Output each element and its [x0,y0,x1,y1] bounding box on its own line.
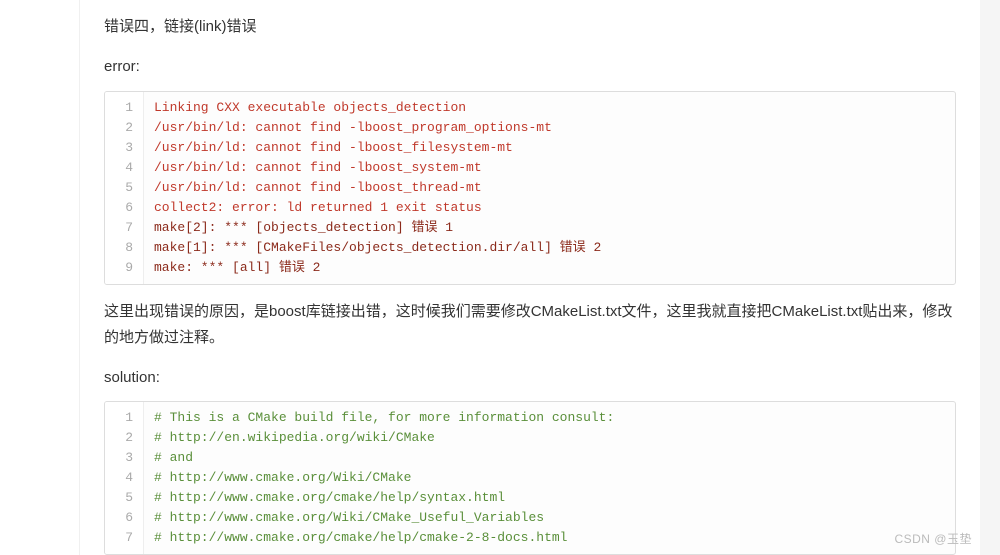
line-number: 1 [105,408,143,428]
code-line: collect2: error: ld returned 1 exit stat… [154,198,945,218]
code-linenumbers: 1234567 [105,402,144,554]
code-line: # http://www.cmake.org/cmake/help/syntax… [154,488,945,508]
line-number: 6 [105,508,143,528]
code-line: make: *** [all] 错误 2 [154,258,945,278]
error-title: 错误四，链接(link)错误 [104,14,956,40]
code-line: /usr/bin/ld: cannot find -lboost_system-… [154,158,945,178]
code-line: # http://en.wikipedia.org/wiki/CMake [154,428,945,448]
code-line: /usr/bin/ld: cannot find -lboost_filesys… [154,138,945,158]
code-line: # and [154,448,945,468]
line-number: 8 [105,238,143,258]
line-number: 7 [105,528,143,548]
code-line: # http://www.cmake.org/cmake/help/cmake-… [154,528,945,548]
left-gutter [0,0,80,555]
line-number: 9 [105,258,143,278]
line-number: 1 [105,98,143,118]
code-line: # http://www.cmake.org/Wiki/CMake [154,468,945,488]
line-number: 3 [105,448,143,468]
code-line: Linking CXX executable objects_detection [154,98,945,118]
line-number: 4 [105,158,143,178]
line-number: 4 [105,468,143,488]
code-line: # This is a CMake build file, for more i… [154,408,945,428]
code-linenumbers: 123456789 [105,92,144,284]
line-number: 7 [105,218,143,238]
right-gutter [980,0,1000,555]
line-number: 2 [105,428,143,448]
solution-label: solution: [104,365,956,391]
line-number: 2 [105,118,143,138]
code-block-error: 123456789 Linking CXX executable objects… [104,91,956,285]
line-number: 6 [105,198,143,218]
line-number: 5 [105,178,143,198]
code-line: /usr/bin/ld: cannot find -lboost_thread-… [154,178,945,198]
line-number: 3 [105,138,143,158]
code-line: # http://www.cmake.org/Wiki/CMake_Useful… [154,508,945,528]
explanation-para: 这里出现错误的原因，是boost库链接出错，这时候我们需要修改CMakeList… [104,299,956,352]
code-line: make[1]: *** [CMakeFiles/objects_detecti… [154,238,945,258]
code-line: /usr/bin/ld: cannot find -lboost_program… [154,118,945,138]
code-body[interactable]: Linking CXX executable objects_detection… [144,92,955,284]
code-block-solution: 1234567 # This is a CMake build file, fo… [104,401,956,555]
line-number: 5 [105,488,143,508]
code-line: make[2]: *** [objects_detection] 错误 1 [154,218,945,238]
article-main: 错误四，链接(link)错误 error: 123456789 Linking … [80,0,980,555]
error-label: error: [104,54,956,80]
code-body[interactable]: # This is a CMake build file, for more i… [144,402,955,554]
